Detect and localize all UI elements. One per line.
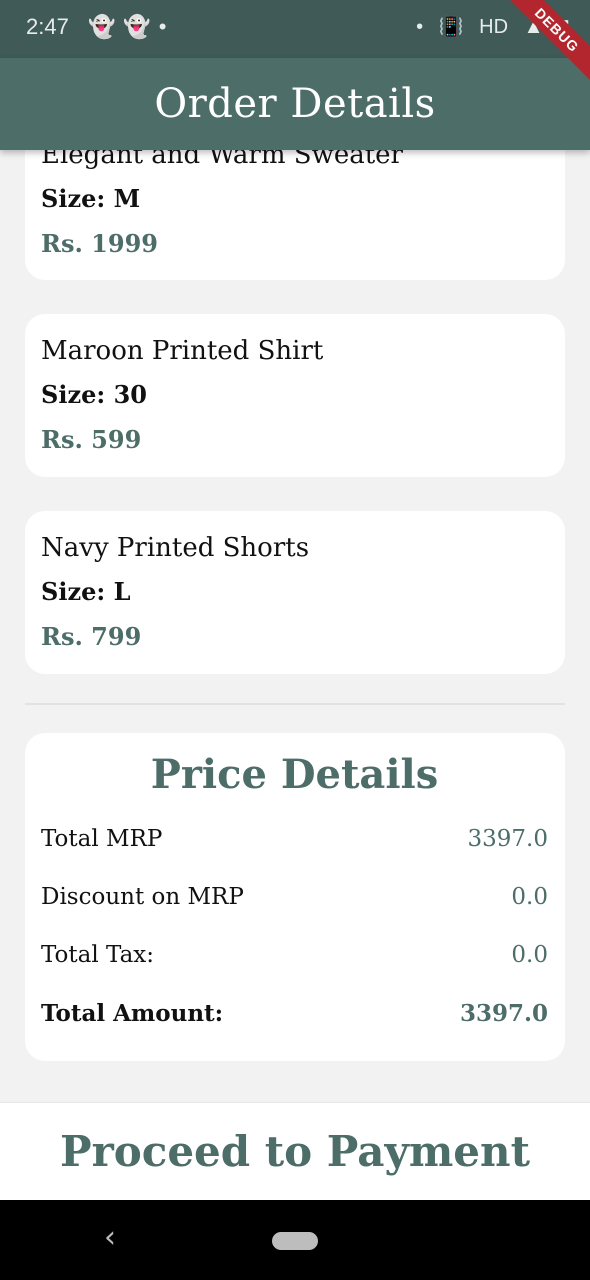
item-name: Elegant and Warm Sweater	[41, 150, 403, 170]
order-item-card[interactable]: Elegant and Warm Sweater Size: M Rs. 199…	[25, 150, 565, 280]
item-price: Rs. 1999	[41, 229, 158, 258]
price-label: Discount on MRP	[41, 884, 244, 910]
hd-icon: HD	[479, 16, 509, 38]
order-item-card[interactable]: Maroon Printed Shirt Size: 30 Rs. 599	[25, 314, 565, 477]
price-row-total-amount: Total Amount: 3397.0	[41, 984, 548, 1042]
price-details-title: Price Details	[150, 751, 439, 798]
proceed-to-payment-button[interactable]: Proceed to Payment	[0, 1102, 590, 1200]
order-item-card[interactable]: Navy Printed Shorts Size: L Rs. 799	[25, 511, 565, 674]
status-time: 2:47	[26, 14, 69, 39]
status-bar: 2:47 👻👻• • 📳 HD ▲ ▮	[0, 0, 590, 58]
back-icon[interactable]: ‹	[104, 1220, 116, 1255]
notification-icons: 👻👻•	[88, 14, 175, 39]
price-value: 0.0	[511, 942, 548, 968]
price-row-total-mrp: Total MRP 3397.0	[41, 810, 548, 868]
price-label: Total Amount:	[41, 999, 224, 1027]
item-size: Size: 30	[41, 380, 147, 409]
price-value: 3397.0	[467, 826, 548, 852]
price-row-tax: Total Tax: 0.0	[41, 926, 548, 984]
item-name: Maroon Printed Shirt	[41, 336, 324, 366]
order-list[interactable]: Elegant and Warm Sweater Size: M Rs. 199…	[0, 150, 590, 1102]
item-name: Navy Printed Shorts	[41, 533, 310, 563]
price-label: Total MRP	[41, 826, 163, 852]
dot-icon: •	[416, 16, 424, 38]
home-pill-icon[interactable]	[272, 1232, 318, 1250]
proceed-label: Proceed to Payment	[60, 1127, 530, 1176]
item-size: Size: M	[41, 184, 141, 213]
item-size: Size: L	[41, 577, 131, 606]
item-price: Rs. 599	[41, 425, 142, 454]
price-label: Total Tax:	[41, 942, 155, 968]
app-bar: Order Details	[0, 58, 590, 150]
page-title: Order Details	[154, 81, 436, 127]
system-nav-bar: ‹	[0, 1200, 590, 1280]
price-details-card: Price Details Total MRP 3397.0 Discount …	[25, 733, 565, 1061]
price-value: 3397.0	[459, 999, 548, 1027]
item-price: Rs. 799	[41, 622, 142, 651]
vibrate-icon: 📳	[438, 16, 464, 38]
section-divider	[25, 703, 565, 705]
price-value: 0.0	[511, 884, 548, 910]
price-row-discount: Discount on MRP 0.0	[41, 868, 548, 926]
